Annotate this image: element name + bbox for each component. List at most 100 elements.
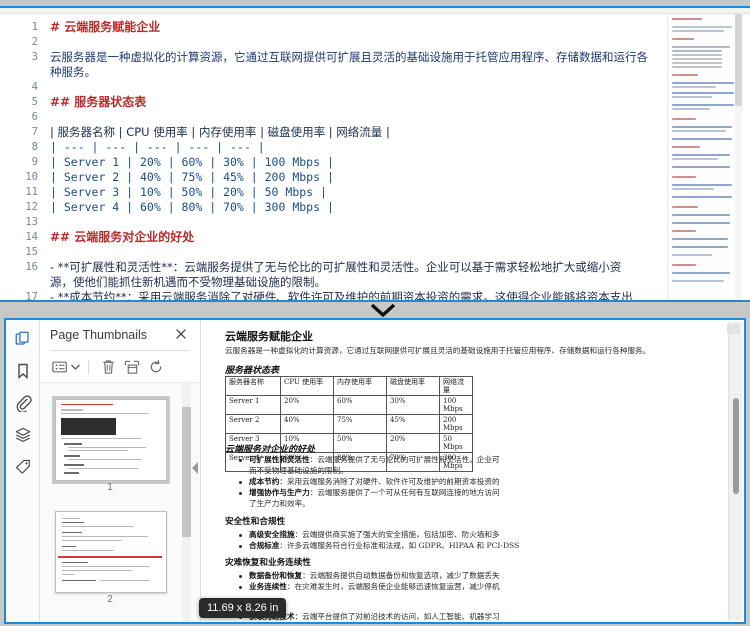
options-dropdown-caret-icon[interactable] (69, 357, 81, 377)
minimap-slider[interactable] (735, 14, 742, 300)
table-header-cell: 磁盘使用率 (386, 375, 440, 397)
document-view[interactable]: 云端服务赋能企业 云服务器是一种虚拟化的计算资源，它通过互联网提供可扩展且灵活的… (201, 320, 744, 622)
code-line: 云服务器是一种虚拟化的计算资源，它通过互联网提供可扩展且灵活的基础设施用于托管应… (50, 50, 648, 64)
document-scrollbar-thumb[interactable] (733, 398, 739, 494)
editor-minimap[interactable] (667, 14, 742, 300)
line-number: 10 (25, 171, 38, 183)
line-number: 7 (31, 126, 38, 138)
pdf-page: 云端服务赋能企业 云服务器是一种虚拟化的计算资源，它通过互联网提供可扩展且灵活的… (207, 320, 722, 622)
code-line: | --- | --- | --- | --- | --- | (50, 140, 265, 154)
line-number: 15 (25, 246, 38, 258)
code-line: ## 服务器状态表 (50, 95, 147, 109)
table-header-cell: 内存使用率 (333, 375, 387, 397)
code-text-area[interactable]: # 云端服务赋能企业 云服务器是一种虚拟化的计算资源，它通过互联网提供可扩展且灵… (46, 14, 668, 302)
bullet-dot (239, 586, 242, 589)
line-number: 4 (31, 81, 38, 93)
table-cell: 100 Mbps (439, 395, 473, 416)
doc-section-heading: 灾难恢复和业务连续性 (225, 558, 311, 568)
code-line: | Server 2 | 40% | 75% | 45% | 200 Mbps … (50, 170, 334, 184)
paperclip-icon (15, 394, 32, 417)
bullet-dot (239, 575, 242, 578)
doc-bullet-term: 成本节约：采用云端服务消除了对硬件、软件许可及维护的前期资本投资的 (249, 477, 500, 486)
line-number: 12 (25, 201, 38, 213)
line-number: 8 (31, 141, 38, 153)
thumbnail-page-number: 1 (107, 482, 113, 493)
screen: 1 2 3 4 5 6 7 8 9 10 11 12 13 14 15 16 1… (0, 0, 750, 626)
thumbnail-page-number: 2 (107, 594, 113, 605)
page-size-tooltip: 11.69 x 8.26 in (199, 598, 287, 618)
doc-bullet-term: 可扩展性和灵活性：云端服务提供了无与伦比的可扩展性和灵活性。企业可 (249, 455, 500, 464)
line-number: 17 (25, 291, 38, 302)
table-header-cell: 网络流量 (439, 375, 473, 397)
code-line: ## 云端服务对企业的好处 (50, 230, 195, 244)
doc-bullet-term: 合规标准：许多云端服务符合行业标准和法规，如 GDPR、HIPAA 和 PCI-… (249, 541, 520, 550)
page-thumbnails-panel: Page Thumbnails 1 2 (40, 320, 201, 622)
table-cell: 60% (333, 395, 387, 416)
editor-body[interactable]: 1 2 3 4 5 6 7 8 9 10 11 12 13 14 15 16 1… (0, 14, 750, 302)
code-line: - **可扩展性和灵活性**：云端服务提供了无与伦比的可扩展性和灵活性。企业可以… (50, 260, 622, 274)
rotate-icon[interactable] (146, 357, 166, 377)
rail-item-tags[interactable] (12, 458, 34, 480)
thumbnails-toolbar (40, 354, 200, 380)
bookmark-icon (15, 362, 31, 385)
line-number-gutter: 1 2 3 4 5 6 7 8 9 10 11 12 13 14 15 16 1… (0, 14, 46, 302)
table-cell: 40% (280, 414, 334, 435)
table-cell: 30% (386, 395, 440, 416)
doc-bullet-term: 业务连续性：在灾难发生时，云端服务使企业能够迅速恢复运营，减少停机 (249, 582, 500, 591)
code-line: | 服务器名称 | CPU 使用率 | 内存使用率 | 磁盘使用率 | 网络流量… (50, 125, 390, 139)
table-cell: 20% (386, 433, 440, 454)
tag-icon (14, 458, 32, 481)
table-row: Server 2 40% 75% 45% 200 Mbps (225, 414, 473, 435)
doc-title: 云端服务赋能企业 (225, 330, 313, 343)
doc-bullet-term: 竞争优势：通过利用这些先进技术，企业可以更快创新并在市场中获得竞争 (249, 622, 500, 624)
doc-bullet-term: 获取先进技术：云端平台提供了对前沿技术的访问，如人工智能、机器学习 (249, 612, 500, 621)
table-cell: 75% (333, 414, 387, 435)
table-cell: 45% (386, 414, 440, 435)
close-panel-button[interactable] (174, 327, 190, 343)
code-line-wrap: 源，使他们能抓住新机遇而不受物理基础设施的限制。 (50, 275, 326, 289)
doc-intro: 云服务器是一种虚拟化的计算资源，它通过互联网提供可扩展且灵活的基础设施用于托管应… (225, 346, 651, 355)
line-number: 16 (25, 261, 38, 273)
thumbnail-page-1[interactable] (52, 396, 170, 484)
thumbnails-scroll-area[interactable]: 1 2 (40, 382, 200, 622)
code-line-wrap: 种服务。 (50, 65, 96, 79)
rail-item-bookmarks[interactable] (12, 362, 34, 384)
line-number: 9 (31, 156, 38, 168)
table-header-cell: 服务器名称 (225, 375, 281, 397)
code-editor-window: 1 2 3 4 5 6 7 8 9 10 11 12 13 14 15 16 1… (0, 6, 750, 302)
delete-pages-icon[interactable] (98, 357, 118, 377)
rail-item-layers[interactable] (12, 426, 34, 448)
doc-bullet-cont: 了生产力和效率。 (249, 499, 310, 508)
doc-bullet-term: 数据备份和恢复：云端服务提供自动数据备份和恢复选项，减少了数据丢失 (249, 571, 500, 580)
code-line: | Server 3 | 10% | 50% | 20% | 50 Mbps | (50, 185, 327, 199)
table-header-cell: CPU 使用率 (280, 375, 334, 397)
thumbnail-page-2[interactable] (55, 511, 167, 593)
line-number: 3 (31, 51, 38, 63)
doc-bullet-term: 增强协作与生产力：云端服务提供了一个可从任何有互联网连接的地方访问 (249, 488, 500, 497)
page-size-icon[interactable] (122, 357, 142, 377)
layers-icon (14, 426, 32, 449)
toolbar-separator (88, 360, 89, 374)
rail-item-page-thumbnails[interactable] (12, 330, 34, 352)
table-cell: 20% (280, 395, 334, 416)
rail-item-attachments[interactable] (12, 394, 34, 416)
code-line: # 云端服务赋能企业 (50, 20, 161, 34)
bullet-dot (239, 545, 242, 548)
doc-bullet-term: 高级安全措施：云端提供商实施了强大的安全措施，包括加密、防火墙和多 (249, 530, 500, 539)
code-line: - **成本节约**：采用云端服务消除了对硬件、软件许可及维护的前期资本投资的需… (50, 290, 633, 302)
table-cell: 50% (333, 433, 387, 454)
code-line: | Server 4 | 60% | 80% | 70% | 300 Mbps … (50, 200, 334, 214)
minimap-slider-thumb[interactable] (735, 14, 742, 106)
pdf-viewer-window: Page Thumbnails 1 2 云端服务赋能企业 云服务器是一种虚拟化的… (4, 318, 746, 624)
panel-divider (50, 350, 190, 351)
panel-title: Page Thumbnails (50, 328, 148, 342)
thumbnails-scrollbar-thumb[interactable] (182, 407, 191, 537)
bullet-dot (239, 534, 242, 537)
line-number: 6 (31, 111, 38, 123)
options-list-icon[interactable] (50, 357, 70, 377)
collapse-pane-arrow-icon[interactable] (191, 461, 199, 475)
table-cell: 200 Mbps (439, 414, 473, 435)
line-number: 13 (25, 216, 38, 228)
doc-section-table-title: 服务器状态表 (225, 366, 280, 376)
code-line: | Server 1 | 20% | 60% | 30% | 100 Mbps … (50, 155, 334, 169)
